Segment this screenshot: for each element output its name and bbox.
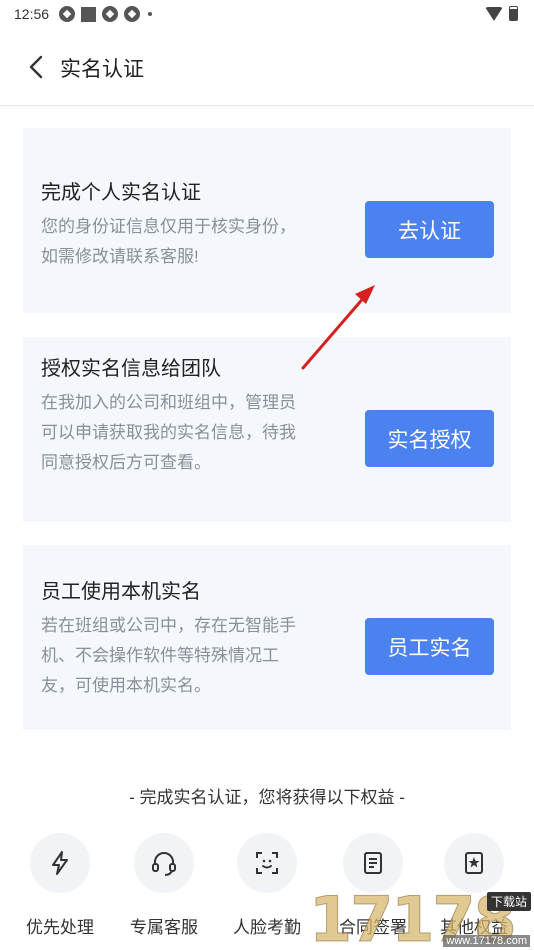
verify-identity-card: 完成个人实名认证 您的身份证信息仅用于核实身份，如需修改请联系客服! 去认证 [23,128,511,313]
authorize-button[interactable]: 实名授权 [365,410,494,467]
employee-local-verify-card: 员工使用本机实名 若在班组或公司中，存在无智能手机、不会操作软件等特殊情况工友，… [23,545,511,730]
card-description: 您的身份证信息仅用于核实身份，如需修改请联系客服! [41,217,296,266]
header: 实名认证 [0,28,534,106]
benefit-label: 合同签署 [339,918,407,937]
contract-icon [364,852,382,874]
benefit-face-attendance[interactable]: 人脸考勤 [212,833,322,938]
status-time: 12:56 [14,6,50,22]
card-description: 在我加入的公司和班组中，管理员可以申请获取我的实名信息，待我同意授权后方可查看。 [41,393,296,472]
benefit-label: 其他权益 [440,918,508,937]
back-arrow-icon[interactable] [24,54,50,80]
status-indicators [485,6,518,21]
headset-icon [152,852,176,876]
benefit-priority[interactable]: 优先处理 [5,833,115,938]
benefit-label: 人脸考勤 [233,918,301,937]
more-notifications-icon [148,12,153,16]
benefit-icon-circle [134,833,194,893]
go-verify-button[interactable]: 去认证 [365,201,494,258]
benefit-icon-circle [237,833,297,893]
authorize-team-card: 授权实名信息给团队 在我加入的公司和班组中，管理员可以申请获取我的实名信息，待我… [23,337,511,522]
benefit-contract-signing[interactable]: 合同签署 [318,833,428,938]
card-title: 授权实名信息给团队 [41,358,221,380]
app-notification-icon [102,6,119,22]
benefit-label: 专属客服 [130,918,198,937]
benefit-dedicated-service[interactable]: 专属客服 [109,833,219,938]
bookmark-star-icon [465,852,483,874]
benefit-icon-circle [444,833,504,893]
face-scan-icon [256,852,278,874]
battery-icon [509,6,518,21]
app-notification-icon [59,6,76,22]
wifi-icon [485,6,503,21]
benefit-label: 优先处理 [26,918,94,937]
status-bar: 12:56 [0,0,534,28]
employee-verify-button[interactable]: 员工实名 [365,618,494,675]
benefit-icon-circle [343,833,403,893]
app-notification-icon [124,6,141,22]
benefit-other[interactable]: 其他权益 [419,833,529,938]
benefits-row: 优先处理 专属客服 人脸考勤 合同签署 其他权益 [0,833,534,950]
card-title: 员工使用本机实名 [41,581,201,603]
page-title: 实名认证 [60,58,144,81]
benefits-heading: - 完成实名认证，您将获得以下权益 - [129,788,405,807]
image-notification-icon [81,6,97,22]
benefit-icon-circle [30,833,90,893]
card-description: 若在班组或公司中，存在无智能手机、不会操作软件等特殊情况工友，可使用本机实名。 [41,616,296,695]
card-title: 完成个人实名认证 [41,182,201,204]
notification-icons [59,6,153,22]
lightning-icon [52,851,68,875]
